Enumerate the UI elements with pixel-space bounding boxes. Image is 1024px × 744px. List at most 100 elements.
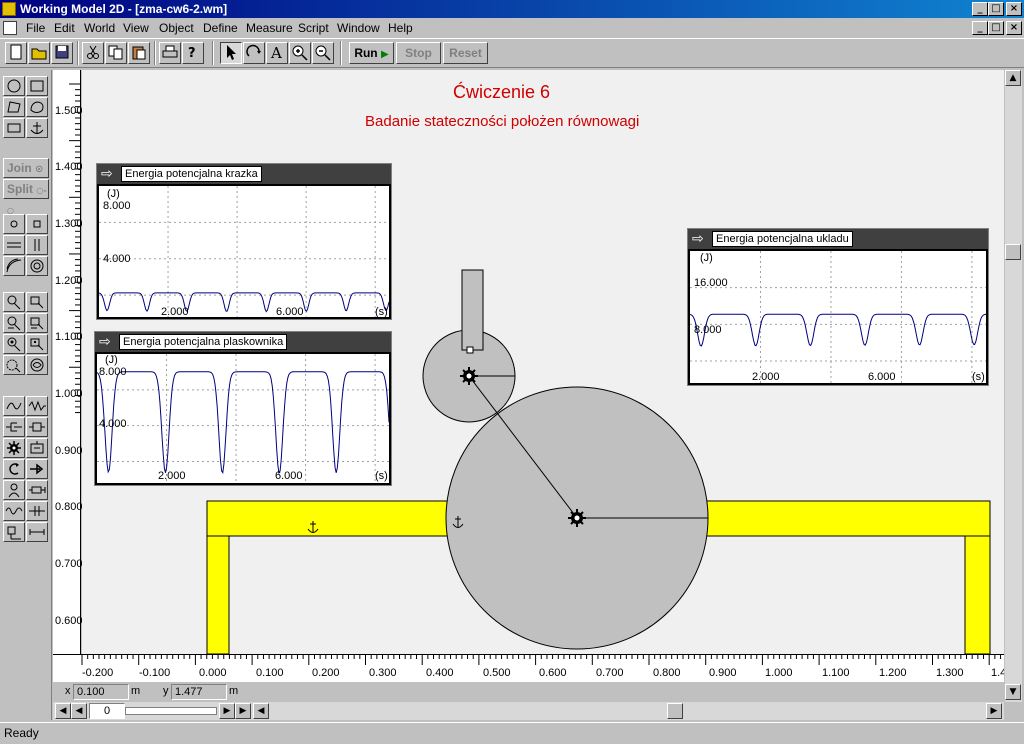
right-leg-body[interactable] bbox=[964, 535, 991, 654]
close-button[interactable]: × bbox=[1006, 2, 1022, 16]
zoom-out-icon[interactable] bbox=[312, 42, 334, 64]
spring-damper-joint-icon[interactable] bbox=[26, 355, 48, 375]
rod-icon[interactable] bbox=[26, 417, 48, 437]
join-button[interactable]: Join ⊙ bbox=[3, 158, 49, 178]
rope-icon[interactable] bbox=[3, 396, 25, 416]
tape-rewind-icon[interactable]: ◀ bbox=[55, 703, 71, 719]
x-unit-label: (s) bbox=[375, 306, 388, 318]
curved-slot-icon[interactable] bbox=[3, 256, 25, 276]
zoom-in-icon[interactable] bbox=[289, 42, 311, 64]
vertical-scrollbar[interactable]: ▲ ▼ bbox=[1004, 70, 1022, 702]
curved-slot-joint-icon[interactable] bbox=[26, 313, 48, 333]
scroll-right-icon[interactable]: ▶ bbox=[986, 703, 1002, 719]
menu-script[interactable]: Script bbox=[298, 21, 329, 35]
meter-plaskownika[interactable]: ⇨ Energia potencjalna plaskownika (J) 8.… bbox=[94, 331, 392, 486]
canvas-subtitle[interactable]: Badanie stateczności położen równowagi bbox=[365, 113, 639, 130]
curved-body-tool-icon[interactable] bbox=[26, 97, 48, 117]
tape-slider[interactable] bbox=[125, 707, 217, 715]
scroll-up-icon[interactable]: ▲ bbox=[1005, 70, 1021, 86]
open-icon[interactable] bbox=[28, 42, 50, 64]
pointer-icon[interactable] bbox=[220, 42, 242, 64]
doc-minimize-button[interactable]: _ bbox=[972, 21, 988, 35]
maximize-button[interactable]: □ bbox=[988, 2, 1004, 16]
canvas-title[interactable]: Ćwiczenie 6 bbox=[453, 82, 550, 103]
hscroll-thumb[interactable] bbox=[667, 703, 683, 719]
square-point-tool-icon[interactable] bbox=[26, 214, 48, 234]
menu-file[interactable]: File bbox=[26, 21, 45, 35]
run-button[interactable]: Run ▶ bbox=[349, 42, 394, 64]
tape-step-forward-icon[interactable]: ▶ bbox=[219, 703, 235, 719]
vertical-slot-icon[interactable] bbox=[26, 235, 48, 255]
menu-define[interactable]: Define bbox=[203, 21, 238, 35]
menu-world[interactable]: World bbox=[84, 21, 115, 35]
save-icon[interactable] bbox=[51, 42, 73, 64]
menu-help[interactable]: Help bbox=[388, 21, 413, 35]
stop-button[interactable]: Stop ❚❚ bbox=[396, 42, 441, 80]
anchor-tool-icon[interactable] bbox=[26, 118, 48, 138]
meter-plot-svg bbox=[97, 354, 389, 483]
slot-joint-icon[interactable] bbox=[26, 292, 48, 312]
spring-icon[interactable] bbox=[26, 396, 48, 416]
circle-tool-icon[interactable] bbox=[3, 76, 25, 96]
tape-step-back-icon[interactable]: ◀ bbox=[71, 703, 87, 719]
motor-icon[interactable] bbox=[26, 438, 48, 458]
pin-joint-icon[interactable] bbox=[3, 292, 25, 312]
doc-restore-button[interactable]: □ bbox=[988, 21, 1004, 35]
keyed-slot-icon[interactable] bbox=[26, 256, 48, 276]
point-tool-icon[interactable] bbox=[3, 214, 25, 234]
arrow-right-icon[interactable]: ⇨ bbox=[99, 334, 117, 350]
plate-body[interactable] bbox=[461, 269, 484, 351]
separator-icon[interactable] bbox=[26, 501, 48, 521]
scroll-left-icon[interactable]: ◀ bbox=[253, 703, 269, 719]
menu-edit[interactable]: Edit bbox=[54, 21, 75, 35]
rotate-icon[interactable] bbox=[243, 42, 265, 64]
doc-close-button[interactable]: × bbox=[1006, 21, 1022, 35]
keyed-joint-icon[interactable] bbox=[26, 334, 48, 354]
polygon-tool-icon[interactable] bbox=[3, 97, 25, 117]
menu-object[interactable]: Object bbox=[159, 21, 194, 35]
x-coord-field[interactable]: 0.100 bbox=[73, 684, 129, 700]
cut-icon[interactable] bbox=[82, 42, 104, 64]
workspace-canvas[interactable]: Ćwiczenie 6 Badanie stateczności położen… bbox=[82, 70, 1004, 654]
tape-fast-forward-icon[interactable]: ▶ bbox=[235, 703, 251, 719]
wave-icon[interactable] bbox=[3, 501, 25, 521]
split-button[interactable]: Split ○-○ bbox=[3, 179, 49, 215]
linear-actuator-icon[interactable] bbox=[26, 480, 48, 500]
motor-joint-icon[interactable] bbox=[3, 334, 25, 354]
arrow-right-icon[interactable]: ⇨ bbox=[692, 231, 710, 247]
text-icon[interactable]: A bbox=[266, 42, 288, 64]
meter-ukladu[interactable]: ⇨ Energia potencjalna ukladu (J) 16.000 … bbox=[687, 228, 989, 386]
arrow-right-icon[interactable]: ⇨ bbox=[101, 166, 119, 182]
paste-icon[interactable] bbox=[128, 42, 150, 64]
menu-view[interactable]: View bbox=[123, 21, 149, 35]
scroll-thumb[interactable] bbox=[1005, 244, 1021, 260]
force-icon[interactable] bbox=[26, 459, 48, 479]
menu-window[interactable]: Window bbox=[337, 21, 380, 35]
copy-icon[interactable] bbox=[105, 42, 127, 64]
pulley-icon[interactable] bbox=[3, 522, 25, 542]
horizontal-slot-icon[interactable] bbox=[3, 235, 25, 255]
damper-icon[interactable] bbox=[3, 417, 25, 437]
actuator-icon[interactable] bbox=[3, 480, 25, 500]
meter-krazka[interactable]: ⇨ Energia potencjalna krazka (J) 8.000 4… bbox=[96, 163, 392, 320]
gear-joint-icon[interactable] bbox=[3, 355, 25, 375]
square-tool-icon[interactable] bbox=[3, 118, 25, 138]
tape-frame-field[interactable]: 0 bbox=[89, 703, 125, 719]
left-leg-body[interactable] bbox=[206, 535, 230, 654]
document-icon[interactable] bbox=[3, 21, 17, 35]
play-icon: ▶ bbox=[380, 49, 389, 60]
print-icon[interactable] bbox=[159, 42, 181, 64]
scroll-down-icon[interactable]: ▼ bbox=[1005, 684, 1021, 700]
rigid-joint-icon[interactable] bbox=[3, 313, 25, 333]
menu-measure[interactable]: Measure bbox=[246, 21, 293, 35]
line-icon[interactable] bbox=[26, 522, 48, 542]
torque-icon[interactable] bbox=[3, 459, 25, 479]
new-icon[interactable] bbox=[5, 42, 27, 64]
y-coord-field[interactable]: 1.477 bbox=[171, 684, 227, 700]
help-icon[interactable]: ? bbox=[182, 42, 204, 64]
rectangle-tool-icon[interactable] bbox=[26, 76, 48, 96]
join-icon: ⊙ bbox=[35, 164, 44, 175]
reset-button[interactable]: Reset bbox=[443, 42, 488, 64]
minimize-button[interactable]: _ bbox=[972, 2, 988, 16]
gear-icon[interactable] bbox=[3, 438, 25, 458]
